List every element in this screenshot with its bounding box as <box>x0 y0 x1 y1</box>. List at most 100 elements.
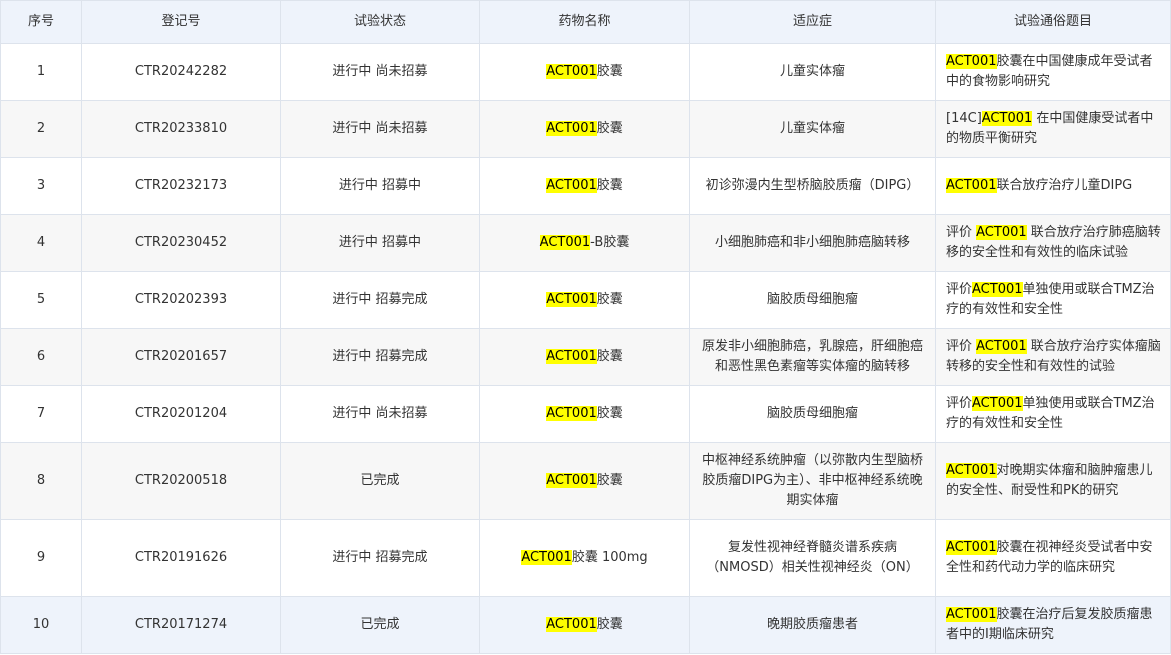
drug-name-text: 胶囊 <box>596 617 623 632</box>
drug-name-highlight: ACT001 <box>521 550 572 565</box>
table-row[interactable]: 3 CTR20232173 进行中 招募中 ACT001胶囊 初诊弥漫内生型桥脑胶质瘤（… <box>0 157 1171 215</box>
cell-registration-no: CTR20201204 <box>81 385 281 443</box>
cell-indication: 儿童实体瘤 <box>689 100 936 158</box>
cell-registration-no: CTR20200518 <box>81 442 281 520</box>
cell-popular-title: ACT001对晚期实体瘤和脑肿瘤患儿的安全性、耐受性和PK的研究 <box>935 442 1171 520</box>
cell-popular-title: 评价 ACT001 联合放疗治疗实体瘤脑转移的安全性和有效性的试验 <box>935 328 1171 386</box>
title-highlight: ACT001 <box>946 463 997 478</box>
trials-table: 序号 登记号 试验状态 药物名称 适应症 试验通俗题目 1 CTR20242282… <box>0 0 1171 654</box>
header-popular-title[interactable]: 试验通俗题目 <box>935 0 1171 44</box>
cell-trial-status: 进行中 招募完成 <box>280 519 480 597</box>
title-highlight: ACT001 <box>946 540 997 555</box>
drug-name-highlight: ACT001 <box>546 406 597 421</box>
drug-name-highlight: ACT001 <box>546 121 597 136</box>
title-highlight: ACT001 <box>976 225 1027 240</box>
cell-index: 4 <box>0 214 82 272</box>
cell-drug-name: ACT001胶囊 <box>479 385 690 443</box>
title-highlight: ACT001 <box>946 607 997 622</box>
cell-registration-no: CTR20171274 <box>81 596 281 654</box>
drug-name-highlight: ACT001 <box>546 473 597 488</box>
table-row[interactable]: 2 CTR20233810 进行中 尚未招募 ACT001胶囊 儿童实体瘤 [14C]AC… <box>0 100 1171 158</box>
cell-index: 7 <box>0 385 82 443</box>
cell-registration-no: CTR20230452 <box>81 214 281 272</box>
cell-index: 5 <box>0 271 82 329</box>
table-row[interactable]: 8 CTR20200518 已完成 ACT001胶囊 中枢神经系统肿瘤（以弥散内生型脑桥… <box>0 442 1171 520</box>
title-text: 评价 <box>946 339 977 354</box>
cell-drug-name: ACT001胶囊 100mg <box>479 519 690 597</box>
cell-index: 6 <box>0 328 82 386</box>
cell-index: 2 <box>0 100 82 158</box>
title-text: [14C] <box>946 111 982 126</box>
table-body: 1 CTR20242282 进行中 尚未招募 ACT001胶囊 儿童实体瘤 ACT001胶… <box>0 43 1171 654</box>
drug-name-text: 胶囊 <box>596 64 623 79</box>
drug-name-text: 胶囊 <box>596 292 623 307</box>
table-row[interactable]: 7 CTR20201204 进行中 尚未招募 ACT001胶囊 脑胶质母细胞瘤 评价ACT… <box>0 385 1171 443</box>
title-text: 评价 <box>946 225 977 240</box>
cell-drug-name: ACT001胶囊 <box>479 596 690 654</box>
cell-popular-title: ACT001胶囊在治疗后复发胶质瘤患者中的I期临床研究 <box>935 596 1171 654</box>
cell-trial-status: 进行中 尚未招募 <box>280 100 480 158</box>
header-indication[interactable]: 适应症 <box>689 0 936 44</box>
title-highlight: ACT001 <box>976 339 1027 354</box>
cell-registration-no: CTR20233810 <box>81 100 281 158</box>
cell-popular-title: 评价ACT001单独使用或联合TMZ治疗的有效性和安全性 <box>935 385 1171 443</box>
drug-name-text: 胶囊 100mg <box>571 550 648 565</box>
cell-popular-title: ACT001联合放疗治疗儿童DIPG <box>935 157 1171 215</box>
cell-popular-title: [14C]ACT001 在中国健康受试者中的物质平衡研究 <box>935 100 1171 158</box>
table-row[interactable]: 5 CTR20202393 进行中 招募完成 ACT001胶囊 脑胶质母细胞瘤 评价ACT… <box>0 271 1171 329</box>
table-header: 序号 登记号 试验状态 药物名称 适应症 试验通俗题目 <box>0 0 1171 44</box>
drug-name-highlight: ACT001 <box>546 64 597 79</box>
table-row[interactable]: 4 CTR20230452 进行中 招募中 ACT001-B胶囊 小细胞肺癌和非小细胞肺… <box>0 214 1171 272</box>
drug-name-highlight: ACT001 <box>546 617 597 632</box>
title-text: 联合放疗治疗儿童DIPG <box>996 178 1133 193</box>
cell-index: 3 <box>0 157 82 215</box>
cell-indication: 脑胶质母细胞瘤 <box>689 271 936 329</box>
table-row[interactable]: 10 CTR20171274 已完成 ACT001胶囊 晚期胶质瘤患者 ACT001胶囊在… <box>0 596 1171 654</box>
cell-indication: 小细胞肺癌和非小细胞肺癌脑转移 <box>689 214 936 272</box>
cell-popular-title: 评价ACT001单独使用或联合TMZ治疗的有效性和安全性 <box>935 271 1171 329</box>
drug-name-text: 胶囊 <box>596 178 623 193</box>
cell-trial-status: 进行中 尚未招募 <box>280 43 480 101</box>
drug-name-text: 胶囊 <box>596 406 623 421</box>
header-registration-no[interactable]: 登记号 <box>81 0 281 44</box>
cell-registration-no: CTR20242282 <box>81 43 281 101</box>
header-trial-status[interactable]: 试验状态 <box>280 0 480 44</box>
cell-indication: 晚期胶质瘤患者 <box>689 596 936 654</box>
drug-name-text: 胶囊 <box>596 121 623 136</box>
cell-popular-title: ACT001胶囊在中国健康成年受试者中的食物影响研究 <box>935 43 1171 101</box>
cell-indication: 中枢神经系统肿瘤（以弥散内生型脑桥胶质瘤DIPG为主）、非中枢神经系统晚期实体瘤 <box>689 442 936 520</box>
cell-registration-no: CTR20202393 <box>81 271 281 329</box>
header-drug-name[interactable]: 药物名称 <box>479 0 690 44</box>
cell-registration-no: CTR20191626 <box>81 519 281 597</box>
cell-trial-status: 已完成 <box>280 596 480 654</box>
table-row[interactable]: 9 CTR20191626 进行中 招募完成 ACT001胶囊 100mg 复发性视神经… <box>0 519 1171 597</box>
cell-index: 8 <box>0 442 82 520</box>
title-highlight: ACT001 <box>972 396 1023 411</box>
cell-indication: 脑胶质母细胞瘤 <box>689 385 936 443</box>
cell-indication: 原发非小细胞肺癌，乳腺癌，肝细胞癌和恶性黑色素瘤等实体瘤的脑转移 <box>689 328 936 386</box>
title-highlight: ACT001 <box>972 282 1023 297</box>
drug-name-text: 胶囊 <box>596 349 623 364</box>
cell-trial-status: 进行中 尚未招募 <box>280 385 480 443</box>
title-highlight: ACT001 <box>946 54 997 69</box>
cell-drug-name: ACT001胶囊 <box>479 271 690 329</box>
table-row[interactable]: 6 CTR20201657 进行中 招募完成 ACT001胶囊 原发非小细胞肺癌，乳腺癌… <box>0 328 1171 386</box>
cell-popular-title: 评价 ACT001 联合放疗治疗肺癌脑转移的安全性和有效性的临床试验 <box>935 214 1171 272</box>
cell-trial-status: 进行中 招募中 <box>280 157 480 215</box>
drug-name-highlight: ACT001 <box>546 178 597 193</box>
cell-drug-name: ACT001胶囊 <box>479 100 690 158</box>
title-text: 评价 <box>946 396 973 411</box>
drug-name-text: 胶囊 <box>596 473 623 488</box>
title-text: 评价 <box>946 282 973 297</box>
cell-trial-status: 进行中 招募完成 <box>280 271 480 329</box>
table-row[interactable]: 1 CTR20242282 进行中 尚未招募 ACT001胶囊 儿童实体瘤 ACT001胶… <box>0 43 1171 101</box>
cell-indication: 复发性视神经脊髓炎谱系疾病（NMOSD）相关性视神经炎（ON） <box>689 519 936 597</box>
header-index[interactable]: 序号 <box>0 0 82 44</box>
title-highlight: ACT001 <box>946 178 997 193</box>
cell-registration-no: CTR20232173 <box>81 157 281 215</box>
cell-drug-name: ACT001胶囊 <box>479 43 690 101</box>
cell-drug-name: ACT001胶囊 <box>479 328 690 386</box>
cell-registration-no: CTR20201657 <box>81 328 281 386</box>
header-row: 序号 登记号 试验状态 药物名称 适应症 试验通俗题目 <box>0 0 1171 44</box>
cell-drug-name: ACT001胶囊 <box>479 442 690 520</box>
